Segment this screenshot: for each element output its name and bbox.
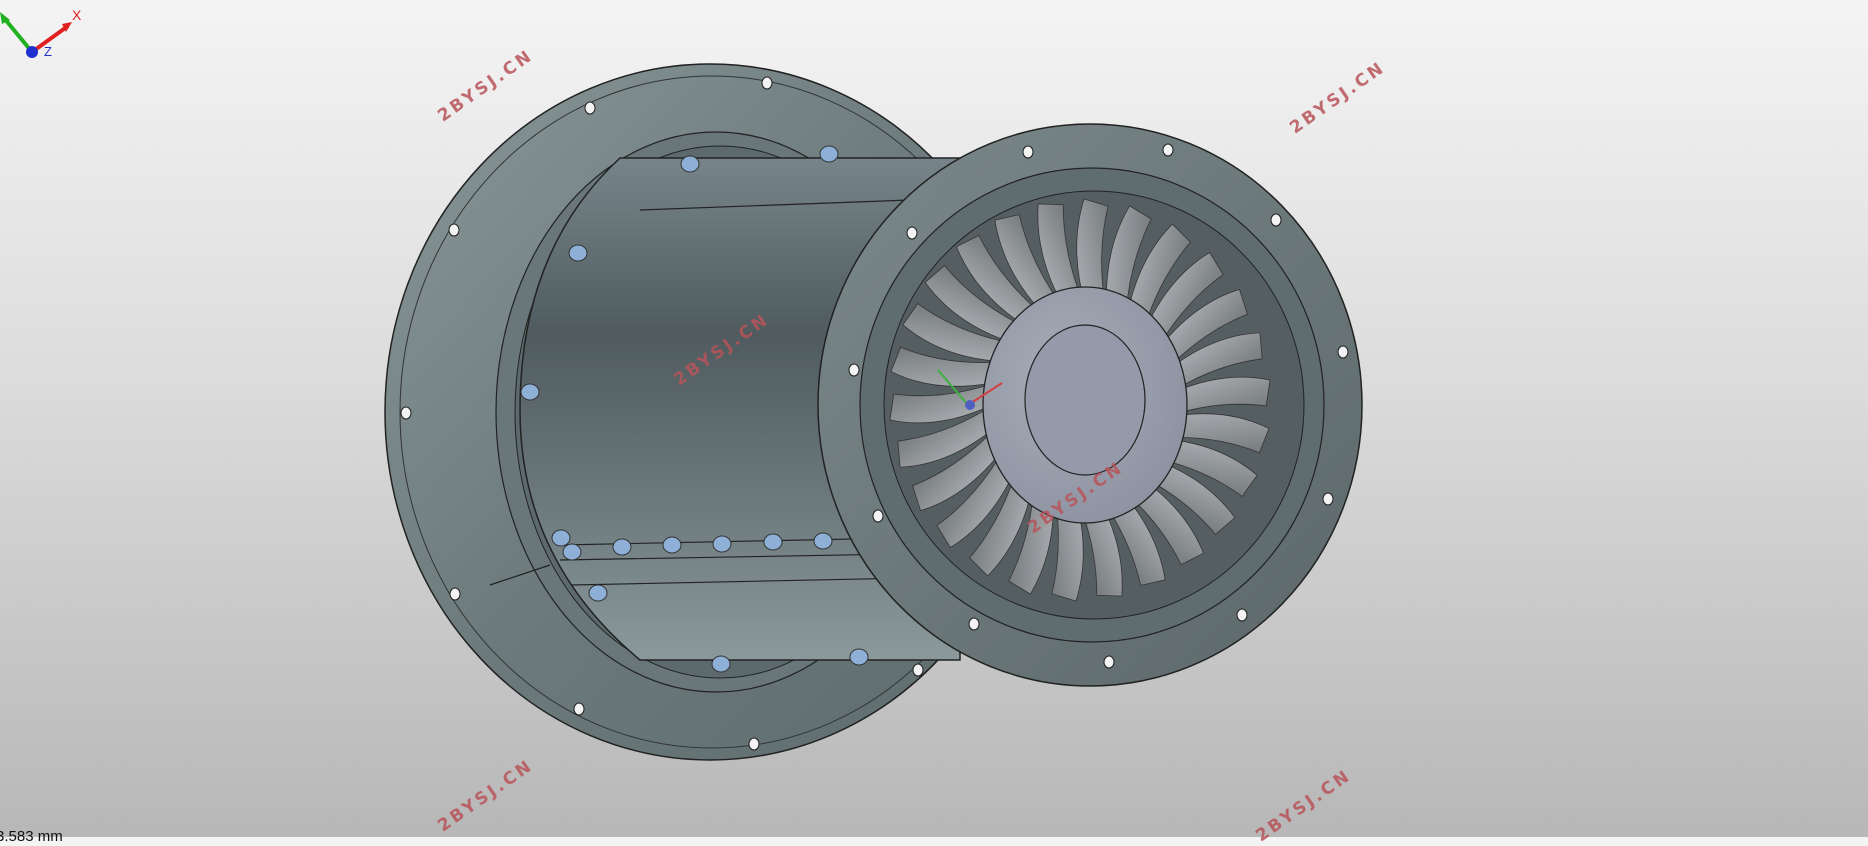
y-axis-arrow bbox=[2, 16, 34, 54]
fan-assembly-model[interactable] bbox=[0, 0, 1868, 837]
z-axis-dot bbox=[26, 46, 38, 58]
z-axis-label: Z bbox=[44, 44, 52, 59]
axis-triad: X Z bbox=[0, 7, 82, 59]
cad-3d-viewport[interactable]: 2BYSJ.CN 2BYSJ.CN 2BYSJ.CN 2BYSJ.CN 2BYS… bbox=[0, 0, 1868, 846]
x-axis-label: X bbox=[72, 7, 82, 23]
